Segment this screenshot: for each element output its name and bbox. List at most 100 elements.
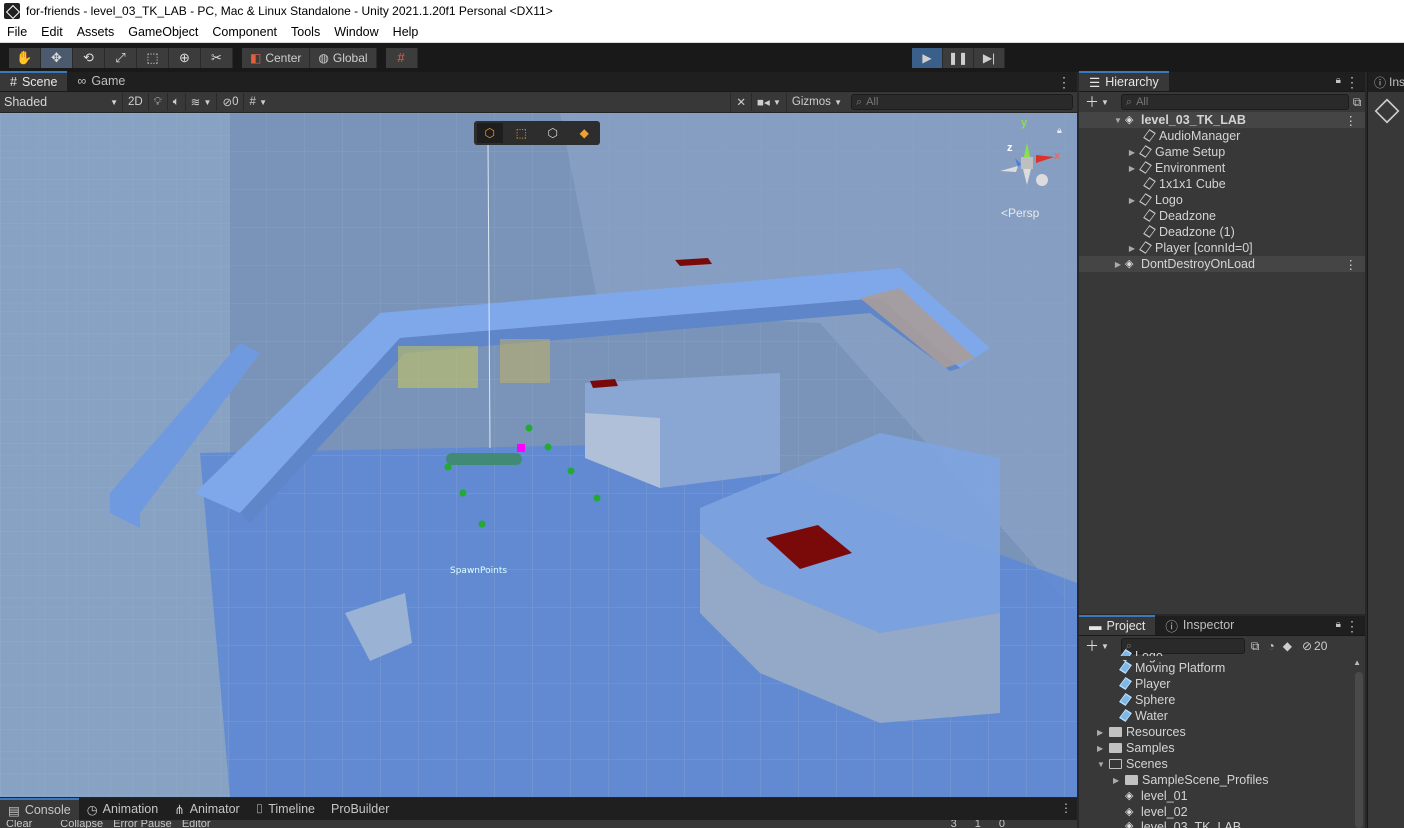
tab-timeline[interactable]: ⌷ Timeline: [248, 798, 323, 820]
scene-search-input[interactable]: ⌕ All: [851, 94, 1073, 110]
list-item[interactable]: ◈ level_03_TK_LAB: [1123, 820, 1241, 828]
list-item[interactable]: ▼ Scenes: [1097, 756, 1168, 772]
tab-scene[interactable]: # Scene: [0, 71, 68, 91]
tools-toggle[interactable]: ✕: [730, 93, 751, 111]
tab-console[interactable]: ▤ Console: [0, 798, 79, 820]
tab-inspector[interactable]: ⓘ Inspector: [1155, 615, 1244, 635]
list-item[interactable]: Sphere: [1117, 692, 1175, 708]
hidden-objects-toggle[interactable]: ⊘ 0: [216, 93, 243, 111]
custom-tool-button[interactable]: ✂: [201, 47, 233, 68]
expand-arrow-icon[interactable]: ▶: [1127, 196, 1137, 205]
tab-animator[interactable]: ⋔ Animator: [166, 798, 248, 820]
hierarchy-item[interactable]: AudioManager: [1079, 128, 1365, 144]
tab-hierarchy[interactable]: ☰ Hierarchy: [1079, 71, 1169, 91]
expand-arrow-icon[interactable]: ▶: [1127, 164, 1137, 173]
list-item[interactable]: Moving Platform: [1117, 660, 1225, 676]
grid-dropdown[interactable]: # ▼: [243, 93, 272, 111]
expand-arrow-icon[interactable]: ▶: [1127, 244, 1137, 253]
hidden-packages-toggle[interactable]: ⊘ 20: [1302, 639, 1327, 653]
lock-icon[interactable]: 🔒︎: [1336, 75, 1341, 86]
expand-arrow-icon[interactable]: ▼: [1113, 116, 1123, 125]
probuilder-vertex-icon[interactable]: ⬚: [508, 123, 534, 143]
expand-arrow-icon[interactable]: ▶: [1097, 744, 1107, 753]
filter-type-icon[interactable]: ◔: [1268, 639, 1275, 653]
probuilder-edge-icon[interactable]: ⬡: [540, 123, 566, 143]
tab-probuilder[interactable]: ProBuilder: [323, 798, 397, 820]
move-tool-button[interactable]: ✥: [41, 47, 73, 68]
list-item[interactable]: ◈ level_02: [1123, 804, 1188, 820]
search-by-type-icon[interactable]: ⧉: [1251, 639, 1260, 654]
tab-inspector-collapsed[interactable]: ⓘ Ins: [1368, 72, 1404, 92]
project-scrollbar[interactable]: [1355, 672, 1363, 828]
hand-tool-button[interactable]: ✋: [9, 47, 41, 68]
scale-tool-button[interactable]: ⤢: [105, 47, 137, 68]
pivot-toggle[interactable]: ◧ Center: [242, 47, 311, 68]
scene-viewport[interactable]: SpawnPoints y x z <Persp 🔒︎ ⬡ ⬚ ⬡ ◆: [0, 113, 1077, 797]
shading-mode-dropdown[interactable]: Shaded ▼: [0, 93, 122, 111]
editor-dropdown[interactable]: Editor: [182, 820, 211, 828]
add-icon[interactable]: ＋: [1085, 92, 1099, 112]
expand-arrow-icon[interactable]: ▶: [1113, 260, 1123, 269]
hierarchy-scene-row[interactable]: ▶ ◈ DontDestroyOnLoad ⋮: [1079, 256, 1365, 272]
gizmos-dropdown[interactable]: Gizmos ▼: [785, 93, 847, 111]
list-item[interactable]: ▶ SampleScene_Profiles: [1113, 772, 1268, 788]
hierarchy-menu-icon[interactable]: ⋮: [1345, 74, 1359, 91]
add-icon[interactable]: ＋: [1085, 636, 1099, 656]
list-item[interactable]: Player: [1117, 676, 1170, 692]
menu-tools[interactable]: Tools: [284, 25, 327, 39]
list-item[interactable]: Water: [1117, 708, 1168, 724]
collapse-toggle[interactable]: Collapse: [60, 820, 103, 828]
row-menu-icon[interactable]: ⋮: [1345, 257, 1358, 272]
list-item[interactable]: ◈ level_01: [1123, 788, 1188, 804]
hierarchy-item[interactable]: Deadzone: [1079, 208, 1365, 224]
list-item[interactable]: ▶ Resources: [1097, 724, 1186, 740]
transform-tool-button[interactable]: ⊕: [169, 47, 201, 68]
expand-arrow-icon[interactable]: ▼: [1097, 760, 1107, 769]
menu-gameobject[interactable]: GameObject: [121, 25, 205, 39]
gizmo-lock-icon[interactable]: 🔒︎: [1057, 125, 1062, 136]
audio-toggle[interactable]: 🔈︎: [166, 93, 185, 111]
perspective-label[interactable]: <Persp: [1001, 206, 1039, 220]
tab-game[interactable]: ∞ Game: [67, 71, 135, 91]
menu-edit[interactable]: Edit: [34, 25, 70, 39]
probuilder-face-icon[interactable]: ◆: [571, 123, 597, 143]
hierarchy-item[interactable]: ▶ Player [connId=0]: [1079, 240, 1365, 256]
hierarchy-item[interactable]: ▶ Environment: [1079, 160, 1365, 176]
label-tag-icon[interactable]: ◆: [1283, 639, 1292, 653]
menu-help[interactable]: Help: [386, 25, 426, 39]
menu-window[interactable]: Window: [327, 25, 385, 39]
2d-toggle[interactable]: 2D: [122, 93, 148, 111]
chevron-down-icon[interactable]: ▼: [1101, 98, 1109, 107]
grid-snap-button[interactable]: #: [385, 47, 418, 68]
error-count[interactable]: 0: [999, 820, 1005, 828]
clear-button[interactable]: Clear: [6, 820, 32, 828]
hierarchy-item[interactable]: ▶ Game Setup: [1079, 144, 1365, 160]
hierarchy-search-input[interactable]: ⌕ All: [1120, 94, 1349, 110]
expand-arrow-icon[interactable]: ▶: [1097, 728, 1107, 737]
list-item[interactable]: ▶ Samples: [1097, 740, 1175, 756]
rect-tool-button[interactable]: ⬚: [137, 47, 169, 68]
menu-component[interactable]: Component: [205, 25, 284, 39]
project-menu-icon[interactable]: ⋮: [1345, 618, 1359, 635]
rotate-tool-button[interactable]: ⟲: [73, 47, 105, 68]
hierarchy-scene-row[interactable]: ▼ ◈ level_03_TK_LAB ⋮: [1079, 112, 1365, 128]
scene-menu-icon[interactable]: ⋮: [1057, 74, 1071, 91]
lock-icon[interactable]: 🔒︎: [1336, 619, 1341, 630]
chevron-down-icon[interactable]: ▼: [1101, 642, 1109, 651]
pause-button[interactable]: ❚❚: [943, 48, 974, 68]
effects-dropdown[interactable]: ≋ ▼: [184, 93, 217, 111]
hierarchy-item[interactable]: 1x1x1 Cube: [1079, 176, 1365, 192]
warning-count[interactable]: 1: [975, 820, 981, 828]
expand-arrow-icon[interactable]: ▶: [1127, 148, 1137, 157]
play-button[interactable]: ▶: [912, 48, 943, 68]
camera-dropdown[interactable]: ■◂ ▼: [751, 93, 786, 111]
expand-arrow-icon[interactable]: ▶: [1113, 776, 1123, 785]
lighting-toggle[interactable]: 💡︎: [147, 93, 167, 111]
log-count[interactable]: 3: [951, 820, 957, 828]
tab-project[interactable]: ▬ Project: [1079, 615, 1156, 635]
tab-animation[interactable]: ◷ Animation: [79, 798, 167, 820]
hierarchy-item[interactable]: Deadzone (1): [1079, 224, 1365, 240]
menu-assets[interactable]: Assets: [70, 25, 122, 39]
hierarchy-item[interactable]: ▶ Logo: [1079, 192, 1365, 208]
space-toggle[interactable]: ◍ Global: [310, 47, 377, 68]
